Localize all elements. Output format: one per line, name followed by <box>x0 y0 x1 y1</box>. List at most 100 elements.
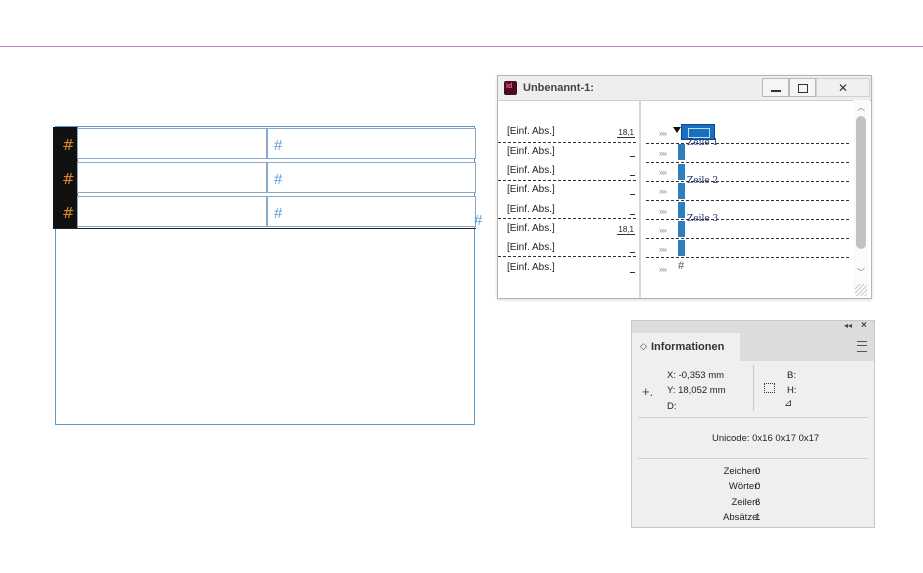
row-separator <box>498 142 636 143</box>
characters-value: 0 <box>755 466 761 477</box>
table-cell[interactable] <box>77 196 267 227</box>
chevron-icon: »» <box>659 187 667 196</box>
tab-informationen[interactable]: ◇ Informationen <box>632 333 740 361</box>
close-button[interactable]: ✕ <box>816 78 870 97</box>
table-row[interactable]: # # <box>53 161 476 195</box>
cell-marker: # <box>274 137 283 154</box>
width-label: B: <box>787 370 796 381</box>
maximize-icon <box>798 84 808 93</box>
lines-value: 6 <box>755 497 761 508</box>
cell-marker: # <box>274 171 283 188</box>
scrollbar-thumb[interactable] <box>856 116 866 249</box>
paragraph-style-label: [Einf. Abs.] <box>507 184 555 195</box>
table-cell[interactable] <box>77 128 267 159</box>
info-panel[interactable]: ◂◂ × ◇ Informationen +. X: -0,353 mm Y: … <box>631 320 875 528</box>
chevron-icon: »» <box>659 226 667 235</box>
margin-guide-line <box>0 46 923 47</box>
story-editor-titlebar[interactable]: Id Unbenannt-1: ✕ <box>498 76 871 101</box>
depth-tick <box>630 156 635 157</box>
chevron-icon: »» <box>659 129 667 138</box>
panel-menu-icon[interactable] <box>857 341 867 352</box>
row-separator <box>498 180 636 181</box>
scroll-down-icon[interactable]: ﹀ <box>857 267 865 278</box>
row-separator <box>498 256 636 257</box>
column-divider[interactable] <box>639 100 641 298</box>
depth-tick <box>630 272 635 273</box>
row-separator <box>498 218 636 219</box>
table-row-lead-cell[interactable]: # <box>53 195 78 229</box>
paragraph-style-label: [Einf. Abs.] <box>507 223 555 234</box>
depth-value: 18,1 <box>617 128 635 138</box>
paragraph-style-label: [Einf. Abs.] <box>507 204 555 215</box>
minimize-button[interactable] <box>762 78 789 97</box>
vertical-scrollbar[interactable]: ︿ ﹀ <box>853 100 869 298</box>
list-item[interactable]: [Einf. Abs.] <box>507 184 635 200</box>
row-separator <box>646 181 849 182</box>
x-coordinate: X: -0,353 mm <box>667 370 725 381</box>
cell-marker-icon[interactable] <box>678 240 685 256</box>
section-divider <box>638 458 868 459</box>
table-cell[interactable]: # <box>267 196 476 227</box>
story-end-marker: # <box>678 260 685 272</box>
row-separator <box>646 238 849 239</box>
list-item[interactable]: [Einf. Abs.] <box>507 262 635 278</box>
paragraph-style-label: [Einf. Abs.] <box>507 242 555 253</box>
collapse-triangle-icon[interactable] <box>673 127 681 133</box>
depth-tick <box>630 252 635 253</box>
overset-marker: # <box>474 212 483 229</box>
row-separator <box>646 219 849 220</box>
cell-marker: # <box>62 204 75 222</box>
paragraphs-value: 1 <box>755 512 761 523</box>
table-row[interactable]: # # <box>53 127 476 161</box>
table-row[interactable]: # # <box>53 195 476 229</box>
expand-collapse-icon[interactable]: ◇ <box>640 341 647 352</box>
table-cell[interactable]: # <box>267 128 476 159</box>
list-item[interactable]: [Einf. Abs.] <box>507 165 635 181</box>
story-text-column[interactable]: »» Zeile 1 »» »» Zeile 2 »» »» Zeile 3 »… <box>642 100 852 298</box>
section-divider <box>638 417 868 418</box>
collapse-panel-icon[interactable]: ◂◂ <box>844 321 852 330</box>
scroll-up-icon[interactable]: ︿ <box>857 102 865 113</box>
depth-tick <box>630 214 635 215</box>
row-separator <box>646 162 849 163</box>
paragraph-style-label: [Einf. Abs.] <box>507 126 555 137</box>
y-coordinate: Y: 18,052 mm <box>667 385 726 396</box>
unicode-value: Unicode: 0x16 0x17 0x17 <box>712 433 820 444</box>
story-editor-window[interactable]: Id Unbenannt-1: ✕ [Einf. Abs.] 18,1 [Einf… <box>497 75 872 299</box>
paragraph-style-column: [Einf. Abs.] 18,1 [Einf. Abs.] [Einf. Abs… <box>498 100 639 298</box>
close-icon: ✕ <box>837 81 849 95</box>
panel-title: Informationen <box>651 341 725 353</box>
cell-marker-icon[interactable] <box>678 221 685 237</box>
resize-grip-icon[interactable] <box>855 284 867 296</box>
table-grid-icon <box>688 128 710 138</box>
close-icon[interactable]: × <box>861 320 867 331</box>
crosshair-icon: +. <box>642 384 654 399</box>
list-item[interactable]: [Einf. Abs.] 18,1 <box>507 223 635 239</box>
cell-marker-icon[interactable] <box>678 144 685 160</box>
table-cell[interactable]: # <box>267 162 476 193</box>
list-item[interactable]: [Einf. Abs.] 18,1 <box>507 126 635 142</box>
row-separator <box>646 143 849 144</box>
cell-marker-icon[interactable] <box>678 202 685 218</box>
chevron-icon: »» <box>659 149 667 158</box>
paragraph-style-label: [Einf. Abs.] <box>507 165 555 176</box>
row-separator <box>646 200 849 201</box>
panel-header-strip[interactable]: ◂◂ × <box>632 320 874 333</box>
minimize-icon <box>771 90 781 92</box>
table-cell[interactable] <box>77 162 267 193</box>
list-item[interactable]: [Einf. Abs.] <box>507 146 635 162</box>
angle-icon: ⊿ <box>784 398 793 409</box>
cell-marker: # <box>274 205 283 222</box>
words-value: 0 <box>755 481 761 492</box>
cell-marker-icon[interactable] <box>678 183 685 199</box>
table-row-lead-cell[interactable]: # <box>53 127 78 161</box>
indesign-icon: Id <box>504 81 517 95</box>
maximize-button[interactable] <box>789 78 816 97</box>
table-row-lead-cell[interactable]: # <box>53 161 78 195</box>
cell-marker: # <box>62 170 75 188</box>
chevron-icon: »» <box>659 265 667 274</box>
cell-marker-icon[interactable] <box>678 164 685 180</box>
depth-value: 18,1 <box>617 225 635 235</box>
depth-tick <box>630 175 635 176</box>
depth-tick <box>630 194 635 195</box>
